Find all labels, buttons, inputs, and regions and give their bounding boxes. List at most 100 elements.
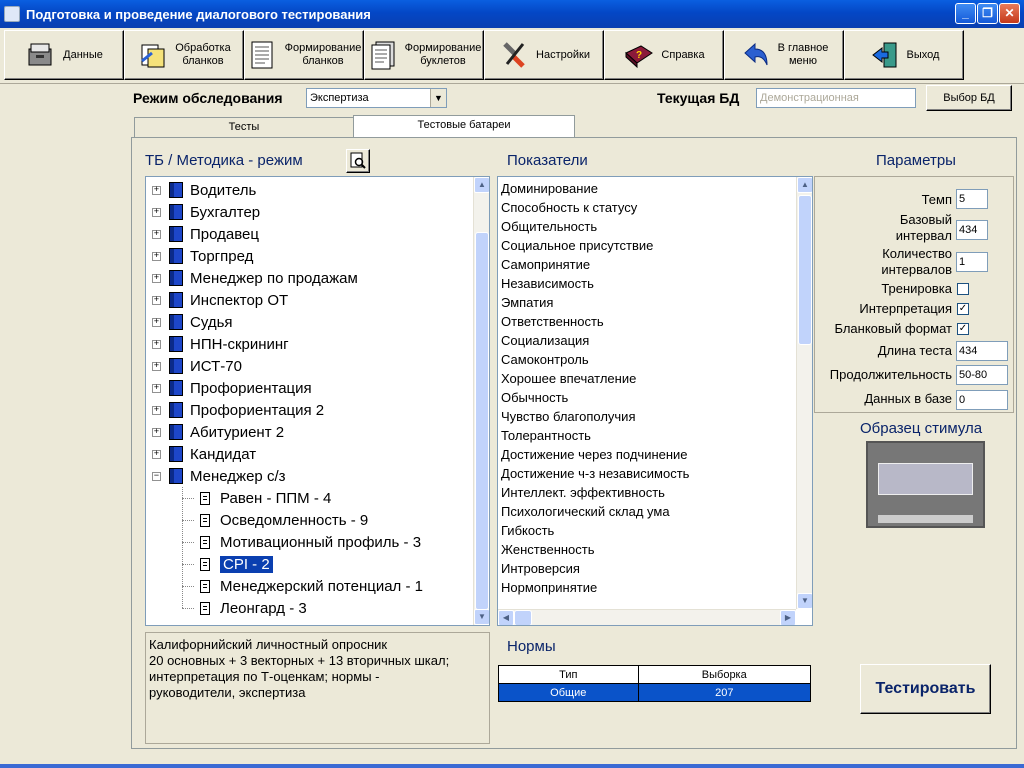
expand-icon[interactable]: + <box>152 317 161 327</box>
select-db-button[interactable]: Выбор БД <box>926 85 1012 111</box>
list-item[interactable]: Способность к статусу <box>501 198 637 217</box>
tab-test-batteries[interactable]: Тестовые батареи <box>353 115 575 138</box>
list-item[interactable]: Толерантность <box>501 426 591 445</box>
list-item[interactable]: Самопринятие <box>501 255 590 274</box>
collapse-icon[interactable]: − <box>152 471 161 481</box>
list-item[interactable]: Самоконтроль <box>501 350 589 369</box>
tree-group-item[interactable]: + Водитель <box>152 179 256 201</box>
list-item[interactable]: Независимость <box>501 274 594 293</box>
list-item[interactable]: Социальное присутствие <box>501 236 653 255</box>
expand-icon[interactable]: + <box>152 251 161 261</box>
tree-group-item[interactable]: + НПН-скрининг <box>152 333 289 355</box>
start-test-button[interactable]: Тестировать <box>860 664 991 714</box>
list-item[interactable]: Достижение через подчинение <box>501 445 688 464</box>
tree-group-item[interactable]: + Абитуриент 2 <box>152 421 284 443</box>
restore-button[interactable]: ❐ <box>977 3 998 24</box>
training-checkbox[interactable] <box>957 283 969 295</box>
tree-group-item[interactable]: + Менеджер по продажам <box>152 267 358 289</box>
indicators-vscrollbar[interactable]: ▲ ▼ <box>796 177 812 609</box>
toolbar: Данные Обработка бланков Формирование бл… <box>0 28 1024 84</box>
db-count-field[interactable]: 0 <box>956 390 1008 410</box>
expand-icon[interactable]: + <box>152 449 161 459</box>
table-row[interactable]: Общие 207 <box>498 683 812 702</box>
list-item[interactable]: Хорошее впечатление <box>501 369 636 388</box>
list-item[interactable]: Общительность <box>501 217 597 236</box>
mode-select[interactable]: Экспертиза ▼ <box>306 88 447 108</box>
exit-button[interactable]: Выход <box>844 30 964 80</box>
interpretation-checkbox[interactable]: ✓ <box>957 303 969 315</box>
list-item[interactable]: Женственность <box>501 540 595 559</box>
tree-group-item[interactable]: + Торгпред <box>152 245 253 267</box>
duration-field[interactable]: 50-80 <box>956 365 1008 385</box>
indicators-list[interactable]: Доминирование Способность к статусу Общите… <box>497 176 813 626</box>
scroll-right-icon[interactable]: ▶ <box>780 610 796 625</box>
interval-count-field[interactable]: 1 <box>956 252 988 272</box>
battery-tree[interactable]: + Водитель + Бухгалтер + Продавец + Торгпред + Ме… <box>145 176 490 626</box>
chevron-down-icon[interactable]: ▼ <box>430 89 446 107</box>
tree-child-item[interactable]: Леонгард - 3 <box>182 597 307 619</box>
list-item[interactable]: Психологический склад ума <box>501 502 670 521</box>
process-forms-button[interactable]: Обработка бланков <box>124 30 244 80</box>
list-item[interactable]: Достижение ч-з независимость <box>501 464 689 483</box>
tree-scroll-thumb[interactable] <box>475 232 489 610</box>
expand-icon[interactable]: + <box>152 361 161 371</box>
tree-child-item[interactable]: Равен - ППМ - 4 <box>182 487 331 509</box>
list-item[interactable]: Доминирование <box>501 179 598 198</box>
norms-table[interactable]: Тип Выборка Общие 207 <box>498 665 812 702</box>
tempo-field[interactable]: 5 <box>956 189 988 209</box>
indicators-hscroll-thumb[interactable] <box>514 610 532 625</box>
scroll-up-icon[interactable]: ▲ <box>797 177 812 193</box>
expand-icon[interactable]: + <box>152 383 161 393</box>
settings-button[interactable]: Настройки <box>484 30 604 80</box>
list-item[interactable]: Чувство благополучия <box>501 407 636 426</box>
list-item[interactable]: Интроверсия <box>501 559 580 578</box>
tree-group-item[interactable]: + Судья <box>152 311 233 333</box>
scroll-left-icon[interactable]: ◀ <box>498 610 514 625</box>
data-button[interactable]: Данные <box>4 30 124 80</box>
tree-group-item[interactable]: + Продавец <box>152 223 259 245</box>
test-length-field[interactable]: 434 <box>956 341 1008 361</box>
tree-child-item[interactable]: Осведомленность - 9 <box>182 509 368 531</box>
tree-group-item[interactable]: + Бухгалтер <box>152 201 260 223</box>
help-button[interactable]: ? Справка <box>604 30 724 80</box>
expand-icon[interactable]: + <box>152 405 161 415</box>
tree-group-item[interactable]: + ИСТ-70 <box>152 355 242 377</box>
tree-group-item[interactable]: + Профориентация <box>152 377 312 399</box>
base-interval-field[interactable]: 434 <box>956 220 988 240</box>
generate-booklets-button[interactable]: Формирование буклетов <box>364 30 484 80</box>
expand-icon[interactable]: + <box>152 207 161 217</box>
expand-icon[interactable]: + <box>152 427 161 437</box>
list-item[interactable]: Эмпатия <box>501 293 553 312</box>
list-item[interactable]: Нормопринятие <box>501 578 597 597</box>
indicators-hscrollbar[interactable]: ◀ ▶ <box>498 609 796 625</box>
expand-icon[interactable]: + <box>152 339 161 349</box>
indicators-scroll-thumb[interactable] <box>798 195 812 345</box>
scroll-down-icon[interactable]: ▼ <box>797 593 812 609</box>
tree-group-item[interactable]: + Инспектор ОТ <box>152 289 288 311</box>
expand-icon[interactable]: + <box>152 185 161 195</box>
close-button[interactable]: ✕ <box>999 3 1020 24</box>
minimize-button[interactable]: _ <box>955 3 976 24</box>
main-menu-button[interactable]: В главное меню <box>724 30 844 80</box>
tree-child-item[interactable]: Мотивационный профиль - 3 <box>182 531 421 553</box>
tree-child-item[interactable]: Менеджерский потенциал - 1 <box>182 575 423 597</box>
tree-scrollbar[interactable]: ▲ ▼ <box>473 177 489 625</box>
list-item[interactable]: Гибкость <box>501 521 554 540</box>
scroll-up-icon[interactable]: ▲ <box>474 177 489 193</box>
tree-group-item[interactable]: − Менеджер с/з <box>152 465 286 487</box>
expand-icon[interactable]: + <box>152 229 161 239</box>
tree-group-item[interactable]: + Кандидат <box>152 443 256 465</box>
list-item[interactable]: Ответственность <box>501 312 604 331</box>
blank-format-checkbox[interactable]: ✓ <box>957 323 969 335</box>
tree-child-item[interactable]: CPI - 2 <box>182 553 273 575</box>
preview-button[interactable] <box>346 149 370 173</box>
expand-icon[interactable]: + <box>152 273 161 283</box>
list-item[interactable]: Интеллект. эффективность <box>501 483 665 502</box>
scroll-down-icon[interactable]: ▼ <box>474 609 489 625</box>
expand-icon[interactable]: + <box>152 295 161 305</box>
generate-forms-button[interactable]: Формирование бланков <box>244 30 364 80</box>
list-item[interactable]: Обычность <box>501 388 568 407</box>
tab-tests[interactable]: Тесты <box>134 117 354 137</box>
tree-group-item[interactable]: + Профориентация 2 <box>152 399 324 421</box>
list-item[interactable]: Социализация <box>501 331 589 350</box>
